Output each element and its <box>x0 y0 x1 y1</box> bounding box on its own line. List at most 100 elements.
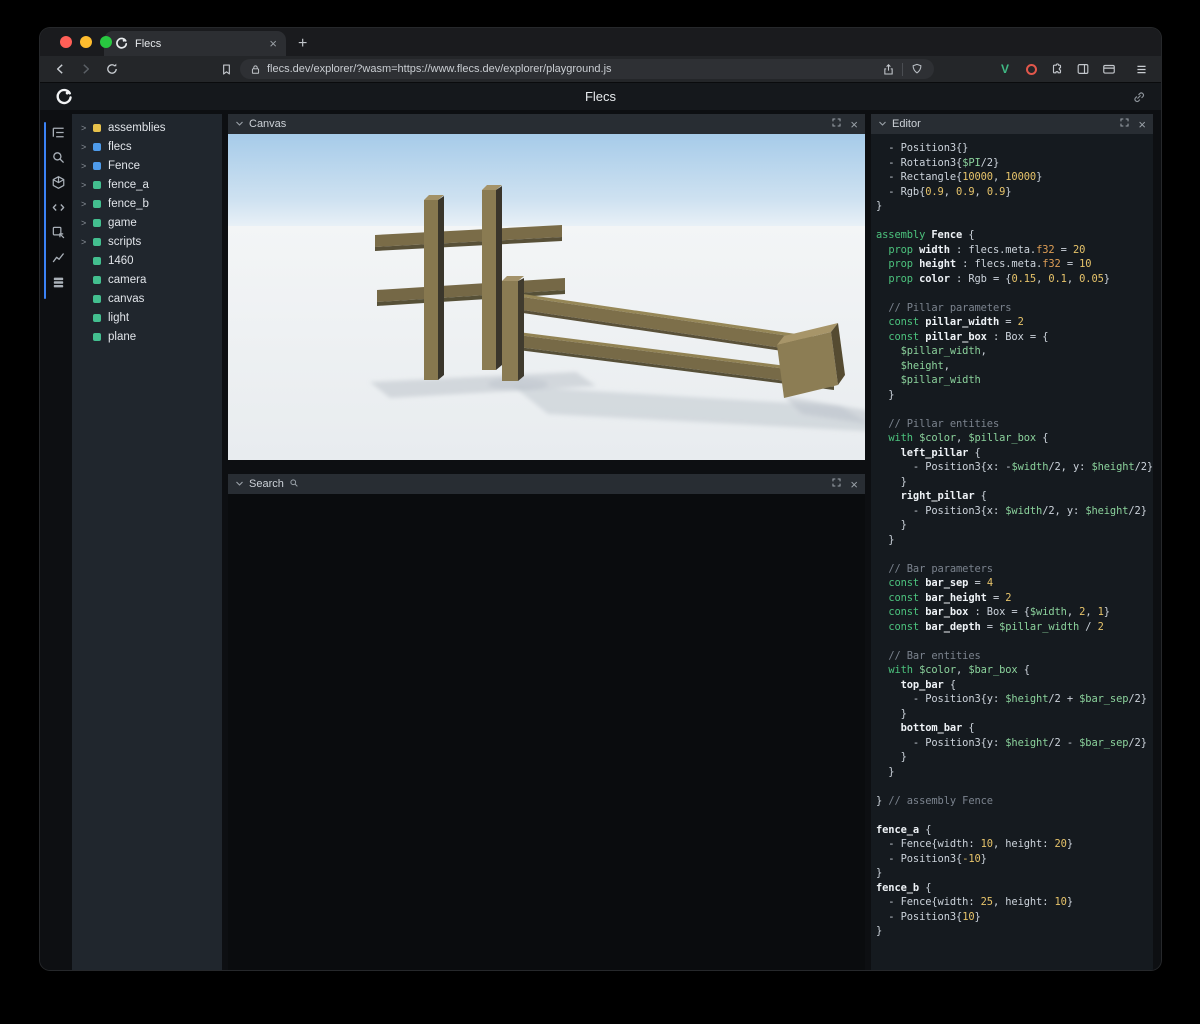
canvas-3d-scene <box>228 134 865 460</box>
search-icon[interactable] <box>50 149 66 165</box>
canvas-viewport[interactable] <box>228 134 865 460</box>
permalink-button[interactable] <box>1131 89 1147 105</box>
code-line: prop width : flecs.meta.f32 = 20 <box>888 243 1086 256</box>
collapse-chevron-icon[interactable] <box>235 115 244 133</box>
new-tab-button[interactable]: + <box>298 36 307 52</box>
tree-item-scripts[interactable]: > scripts <box>72 232 222 251</box>
browser-toolbar: flecs.dev/explorer/?wasm=https://www.fle… <box>40 56 1161 82</box>
window-controls <box>60 36 112 48</box>
inspector-icon[interactable] <box>50 224 66 240</box>
browser-window: Flecs × + flecs.dev/explorer/?wasm=https… <box>40 28 1161 970</box>
tree-item-plane[interactable]: plane <box>72 327 222 346</box>
code-line: with $color, $bar_box { <box>888 664 1030 676</box>
close-panel-button[interactable]: × <box>850 118 858 131</box>
entity-color-dot <box>93 180 101 189</box>
code-line: } // assembly Fence <box>876 794 993 807</box>
code-line: const pillar_width = 2 <box>888 316 1024 328</box>
browser-tab-flecs[interactable]: Flecs × <box>104 31 286 56</box>
collapse-chevron-icon[interactable] <box>235 475 244 493</box>
icon-rail <box>44 114 72 970</box>
tree-item-1460[interactable]: 1460 <box>72 251 222 270</box>
code-line: - Position3{y: $height/2 - $bar_sep/2} <box>876 736 1147 749</box>
collapse-chevron-icon[interactable] <box>878 115 887 133</box>
expand-panel-button[interactable] <box>1119 115 1130 133</box>
expand-arrow-icon[interactable]: > <box>81 218 93 228</box>
wallet-button[interactable] <box>1101 61 1117 77</box>
panel-title: Canvas <box>249 118 287 130</box>
close-panel-button[interactable]: × <box>850 478 858 491</box>
code-line: // Pillar entities <box>888 417 1000 430</box>
expand-arrow-icon[interactable]: > <box>81 161 93 171</box>
code-line: const bar_box : Box = {$width, 2, 1} <box>888 606 1110 618</box>
share-button[interactable] <box>880 61 896 77</box>
code-line: fence_b { <box>876 881 932 894</box>
code-icon[interactable] <box>50 199 66 215</box>
entity-tree: > assemblies > flecs > Fence > fence_a > fence_b >… <box>72 114 222 970</box>
code-line: - Position3{} <box>876 142 969 154</box>
tree-item-canvas[interactable]: canvas <box>72 289 222 308</box>
code-line: - Position3{x: $width/2, y: $height/2} <box>876 504 1147 517</box>
tree-item-Fence[interactable]: > Fence <box>72 156 222 175</box>
page-title: Flecs <box>584 89 617 104</box>
reload-button[interactable] <box>104 61 120 77</box>
close-window-button[interactable] <box>60 36 72 48</box>
code-line: - Rgb{0.9, 0.9, 0.9} <box>876 185 1012 198</box>
minimize-window-button[interactable] <box>80 36 92 48</box>
search-title-icon <box>289 475 299 493</box>
lock-icon <box>249 61 261 77</box>
sidebar-toggle-button[interactable] <box>1075 61 1091 77</box>
zoom-window-button[interactable] <box>100 36 112 48</box>
panel-title: Editor <box>892 118 921 130</box>
tree-item-light[interactable]: light <box>72 308 222 327</box>
extensions-puzzle-button[interactable] <box>1049 61 1065 77</box>
address-bar[interactable]: flecs.dev/explorer/?wasm=https://www.fle… <box>240 59 934 79</box>
entities-cube-icon[interactable] <box>50 174 66 190</box>
tree-item-label: camera <box>108 273 147 286</box>
expand-arrow-icon[interactable]: > <box>81 180 93 190</box>
entity-color-dot <box>93 218 101 227</box>
expand-arrow-icon[interactable]: > <box>81 237 93 247</box>
expand-arrow-icon[interactable]: > <box>81 142 93 152</box>
close-tab-icon[interactable]: × <box>269 37 277 50</box>
back-button[interactable] <box>52 61 68 77</box>
tree-item-fence_a[interactable]: > fence_a <box>72 175 222 194</box>
forward-button[interactable] <box>78 61 94 77</box>
stats-icon[interactable] <box>50 249 66 265</box>
sky <box>228 134 865 227</box>
code-line: // Bar parameters <box>888 562 993 575</box>
extension-record-button[interactable] <box>1023 61 1039 77</box>
close-panel-button[interactable]: × <box>1138 118 1146 131</box>
tree-item-camera[interactable]: camera <box>72 270 222 289</box>
commands-icon[interactable] <box>50 274 66 290</box>
code-line: const bar_height = 2 <box>888 591 1012 604</box>
entity-color-dot <box>93 313 101 322</box>
code-line: const bar_depth = $pillar_width / 2 <box>888 620 1104 633</box>
expand-arrow-icon[interactable]: > <box>81 199 93 209</box>
extension-v-button[interactable]: V <box>997 61 1013 77</box>
entity-tree-icon[interactable] <box>50 124 66 140</box>
shield-icon[interactable] <box>909 61 925 77</box>
tree-item-assemblies[interactable]: > assemblies <box>72 118 222 137</box>
entity-color-dot <box>93 256 101 265</box>
entity-color-dot <box>93 332 101 341</box>
code-line: const pillar_box : Box = { <box>888 330 1049 343</box>
tree-item-fence_b[interactable]: > fence_b <box>72 194 222 213</box>
tree-item-flecs[interactable]: > flecs <box>72 137 222 156</box>
editor-code[interactable]: - Position3{} - Rotation3{$PI/2} - Recta… <box>871 134 1153 970</box>
code-line: // Pillar parameters <box>888 301 1012 314</box>
expand-panel-button[interactable] <box>831 475 842 493</box>
expand-panel-button[interactable] <box>831 115 842 133</box>
tree-item-label: game <box>108 216 137 229</box>
bookmark-button[interactable] <box>218 61 234 77</box>
menu-button[interactable] <box>1133 61 1149 77</box>
search-results-area[interactable] <box>228 494 865 970</box>
code-line: - Position3{x: -$width/2, y: $height/2} <box>876 461 1153 473</box>
expand-arrow-icon[interactable]: > <box>81 123 93 133</box>
tree-item-game[interactable]: > game <box>72 213 222 232</box>
entity-color-dot <box>93 275 101 284</box>
